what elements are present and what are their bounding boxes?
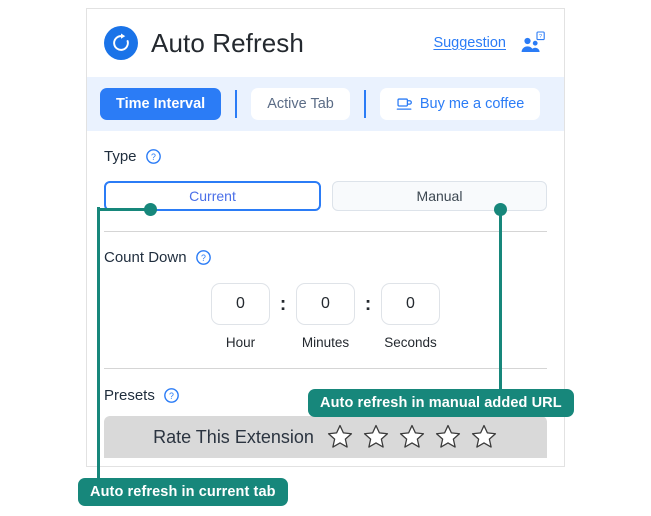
countdown-hour: 0 Hour	[211, 283, 270, 350]
countdown-separator: :	[279, 293, 287, 315]
annotation-line-current-horizontal	[98, 207, 148, 211]
countdown-seconds: 0 Seconds	[381, 283, 440, 350]
seconds-caption: Seconds	[384, 335, 437, 350]
annotation-line-current-vertical	[97, 207, 100, 479]
rate-extension-text: Rate This Extension	[153, 426, 314, 447]
section-divider	[104, 368, 547, 369]
tab-buy-me-a-coffee[interactable]: Buy me a coffee	[379, 88, 541, 120]
star-outline-icon[interactable]	[326, 423, 354, 451]
suggestion-link[interactable]: Suggestion	[433, 35, 506, 51]
type-option-current[interactable]: Current	[104, 181, 321, 211]
svg-text:?: ?	[169, 391, 174, 401]
hour-input[interactable]: 0	[211, 283, 270, 325]
svg-text:?: ?	[151, 152, 156, 162]
countdown-section-label: Count Down ?	[104, 249, 547, 266]
question-circle-icon[interactable]: ?	[164, 388, 179, 403]
seconds-input[interactable]: 0	[381, 283, 440, 325]
tab-active-tab[interactable]: Active Tab	[251, 88, 350, 120]
question-circle-icon[interactable]: ?	[195, 250, 211, 265]
rating-stars	[326, 423, 498, 451]
svg-text:?: ?	[539, 34, 542, 40]
hour-caption: Hour	[225, 335, 256, 350]
page-title: Auto Refresh	[151, 27, 304, 58]
star-outline-icon[interactable]	[470, 423, 498, 451]
type-option-current-label: Current	[189, 188, 236, 204]
countdown-label-text: Count Down	[104, 249, 187, 266]
annotation-callout-current-tab: Auto refresh in current tab	[78, 478, 288, 506]
section-divider	[104, 231, 547, 232]
type-label-text: Type	[104, 148, 137, 165]
countdown-fields: 0 Hour : 0 Minutes : 0 Seconds	[104, 283, 547, 350]
tab-buy-me-a-coffee-label: Buy me a coffee	[419, 96, 525, 112]
type-options: Current Manual	[104, 181, 547, 211]
type-section-label: Type ?	[104, 148, 547, 165]
tab-separator	[235, 90, 238, 118]
countdown-minutes: 0 Minutes	[296, 283, 355, 350]
minutes-caption: Minutes	[301, 335, 350, 350]
annotation-line-manual-vertical	[499, 209, 502, 390]
type-option-manual[interactable]: Manual	[332, 181, 547, 211]
minutes-input[interactable]: 0	[296, 283, 355, 325]
header-actions: Suggestion ?	[433, 31, 545, 55]
presets-label-text: Presets	[104, 387, 155, 404]
annotation-callout-manual-url-text: Auto refresh in manual added URL	[320, 395, 562, 411]
popup-header: Auto Refresh Suggestion ?	[87, 9, 564, 77]
star-outline-icon[interactable]	[362, 423, 390, 451]
question-circle-icon[interactable]: ?	[145, 149, 161, 164]
tab-separator	[363, 90, 366, 118]
tab-time-interval-label: Time Interval	[116, 96, 206, 112]
tab-active-tab-label: Active Tab	[267, 96, 334, 112]
tab-time-interval[interactable]: Time Interval	[100, 88, 222, 120]
countdown-separator: :	[364, 293, 372, 315]
coffee-cup-icon	[396, 96, 413, 113]
screenshot-root: Auto Refresh Suggestion ? Time Interval …	[0, 0, 651, 516]
svg-text:?: ?	[201, 253, 206, 263]
annotation-callout-manual-url: Auto refresh in manual added URL	[308, 389, 574, 417]
people-question-icon[interactable]: ?	[519, 31, 545, 55]
tab-bar: Time Interval Active Tab Buy me a coffee	[87, 77, 564, 131]
star-outline-icon[interactable]	[398, 423, 426, 451]
annotation-callout-current-tab-text: Auto refresh in current tab	[90, 484, 276, 500]
refresh-circle-icon	[104, 26, 138, 60]
type-option-manual-label: Manual	[416, 188, 463, 204]
star-outline-icon[interactable]	[434, 423, 462, 451]
rate-extension-bar[interactable]: Rate This Extension	[104, 416, 547, 458]
